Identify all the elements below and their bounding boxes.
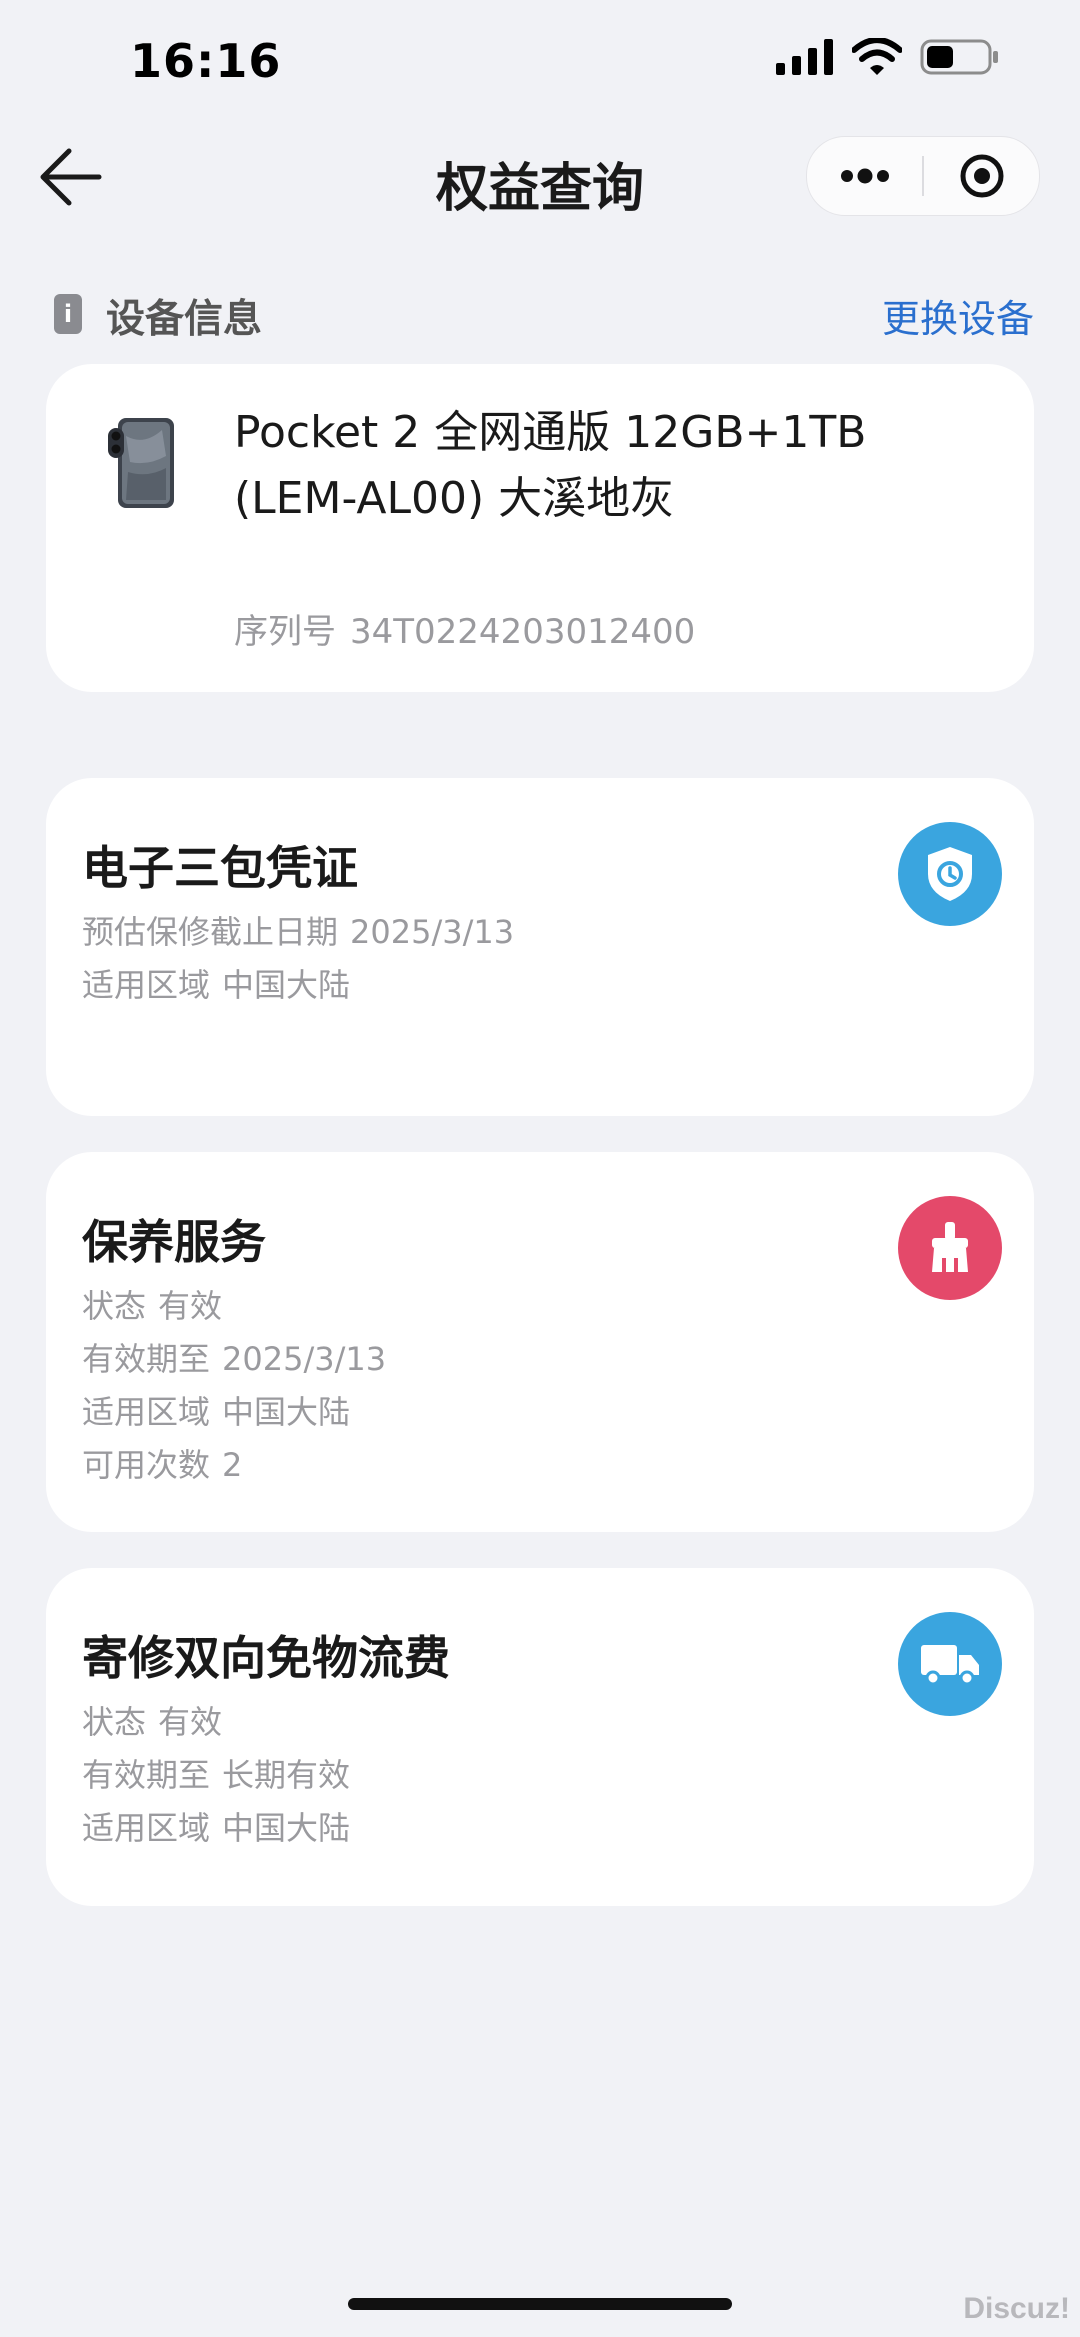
brush-icon xyxy=(898,1196,1002,1300)
detail-label: 状态 xyxy=(82,1287,147,1325)
detail-line: 预估保修截止日期 2025/3/13 xyxy=(82,906,514,959)
detail-value: 中国大陆 xyxy=(222,1809,351,1847)
card-details: 状态 有效 有效期至 2025/3/13 适用区域 中国大陆 可用次数 2 xyxy=(82,1280,386,1492)
truck-icon xyxy=(898,1612,1002,1716)
card-title: 电子三包凭证 xyxy=(82,841,358,895)
detail-line: 状态 有效 xyxy=(82,1280,386,1333)
card-details: 预估保修截止日期 2025/3/13 适用区域 中国大陆 xyxy=(82,906,514,1012)
detail-value: 有效 xyxy=(158,1287,223,1325)
detail-value: 中国大陆 xyxy=(222,966,351,1004)
detail-label: 有效期至 xyxy=(82,1340,211,1378)
detail-label: 适用区域 xyxy=(82,1393,211,1431)
detail-value: 2 xyxy=(222,1446,243,1484)
detail-label: 适用区域 xyxy=(82,966,211,1004)
detail-line: 适用区域 中国大陆 xyxy=(82,1386,386,1439)
detail-line: 适用区域 中国大陆 xyxy=(82,959,514,1012)
detail-label: 预估保修截止日期 xyxy=(82,913,339,951)
serial-label: 序列号 xyxy=(234,612,336,652)
device-serial-row: 序列号 34T0224203012400 xyxy=(234,604,695,653)
detail-value: 长期有效 xyxy=(222,1756,351,1794)
section-title: 设备信息 xyxy=(106,297,263,342)
close-mini-program-button[interactable] xyxy=(924,137,1039,215)
status-bar: 16:16 xyxy=(0,0,1080,120)
warranty-card[interactable]: 电子三包凭证 预估保修截止日期 2025/3/13 适用区域 中国大陆 xyxy=(46,778,1034,1116)
detail-line: 有效期至 2025/3/13 xyxy=(82,1333,386,1386)
detail-label: 适用区域 xyxy=(82,1809,211,1847)
detail-line: 状态 有效 xyxy=(82,1696,350,1749)
more-dots-icon xyxy=(840,168,889,184)
device-info-header: i 设备信息 更换设备 xyxy=(54,284,1034,343)
mini-program-capsule xyxy=(806,136,1040,216)
status-icons xyxy=(776,38,1000,76)
home-indicator[interactable] xyxy=(348,2298,732,2310)
more-button[interactable] xyxy=(807,137,922,215)
serial-number: 34T0224203012400 xyxy=(350,612,696,652)
detail-label: 有效期至 xyxy=(82,1756,211,1794)
target-icon xyxy=(960,154,1003,198)
detail-line: 有效期至 长期有效 xyxy=(82,1749,350,1802)
detail-value: 中国大陆 xyxy=(222,1393,351,1431)
card-title: 寄修双向免物流费 xyxy=(82,1631,450,1685)
battery-icon xyxy=(920,39,998,75)
detail-line: 可用次数 2 xyxy=(82,1439,386,1492)
detail-value: 有效 xyxy=(158,1703,223,1741)
change-device-link[interactable]: 更换设备 xyxy=(882,288,1034,343)
nav-bar: 权益查询 xyxy=(0,120,1080,230)
detail-value: 2025/3/13 xyxy=(350,913,515,951)
free-shipping-card[interactable]: 寄修双向免物流费 状态 有效 有效期至 长期有效 适用区域 中国大陆 xyxy=(46,1568,1034,1906)
wifi-icon xyxy=(852,38,902,75)
device-thumbnail xyxy=(108,418,174,508)
info-icon: i xyxy=(54,294,82,334)
detail-label: 可用次数 xyxy=(82,1446,211,1484)
device-card[interactable]: Pocket 2 全网通版 12GB+1TB (LEM-AL00) 大溪地灰 序… xyxy=(46,364,1034,692)
detail-value: 2025/3/13 xyxy=(222,1340,387,1378)
signal-icon xyxy=(776,39,833,75)
status-time: 16:16 xyxy=(130,34,282,88)
card-title: 保养服务 xyxy=(82,1215,266,1269)
detail-line: 适用区域 中国大陆 xyxy=(82,1802,350,1855)
watermark: Discuz! xyxy=(963,2292,1070,2325)
maintenance-card[interactable]: 保养服务 状态 有效 有效期至 2025/3/13 适用区域 中国大陆 可用次数 2 xyxy=(46,1152,1034,1532)
detail-label: 状态 xyxy=(82,1703,147,1741)
shield-clock-icon xyxy=(898,822,1002,926)
device-name: Pocket 2 全网通版 12GB+1TB (LEM-AL00) 大溪地灰 xyxy=(234,407,867,524)
card-details: 状态 有效 有效期至 长期有效 适用区域 中国大陆 xyxy=(82,1696,350,1855)
